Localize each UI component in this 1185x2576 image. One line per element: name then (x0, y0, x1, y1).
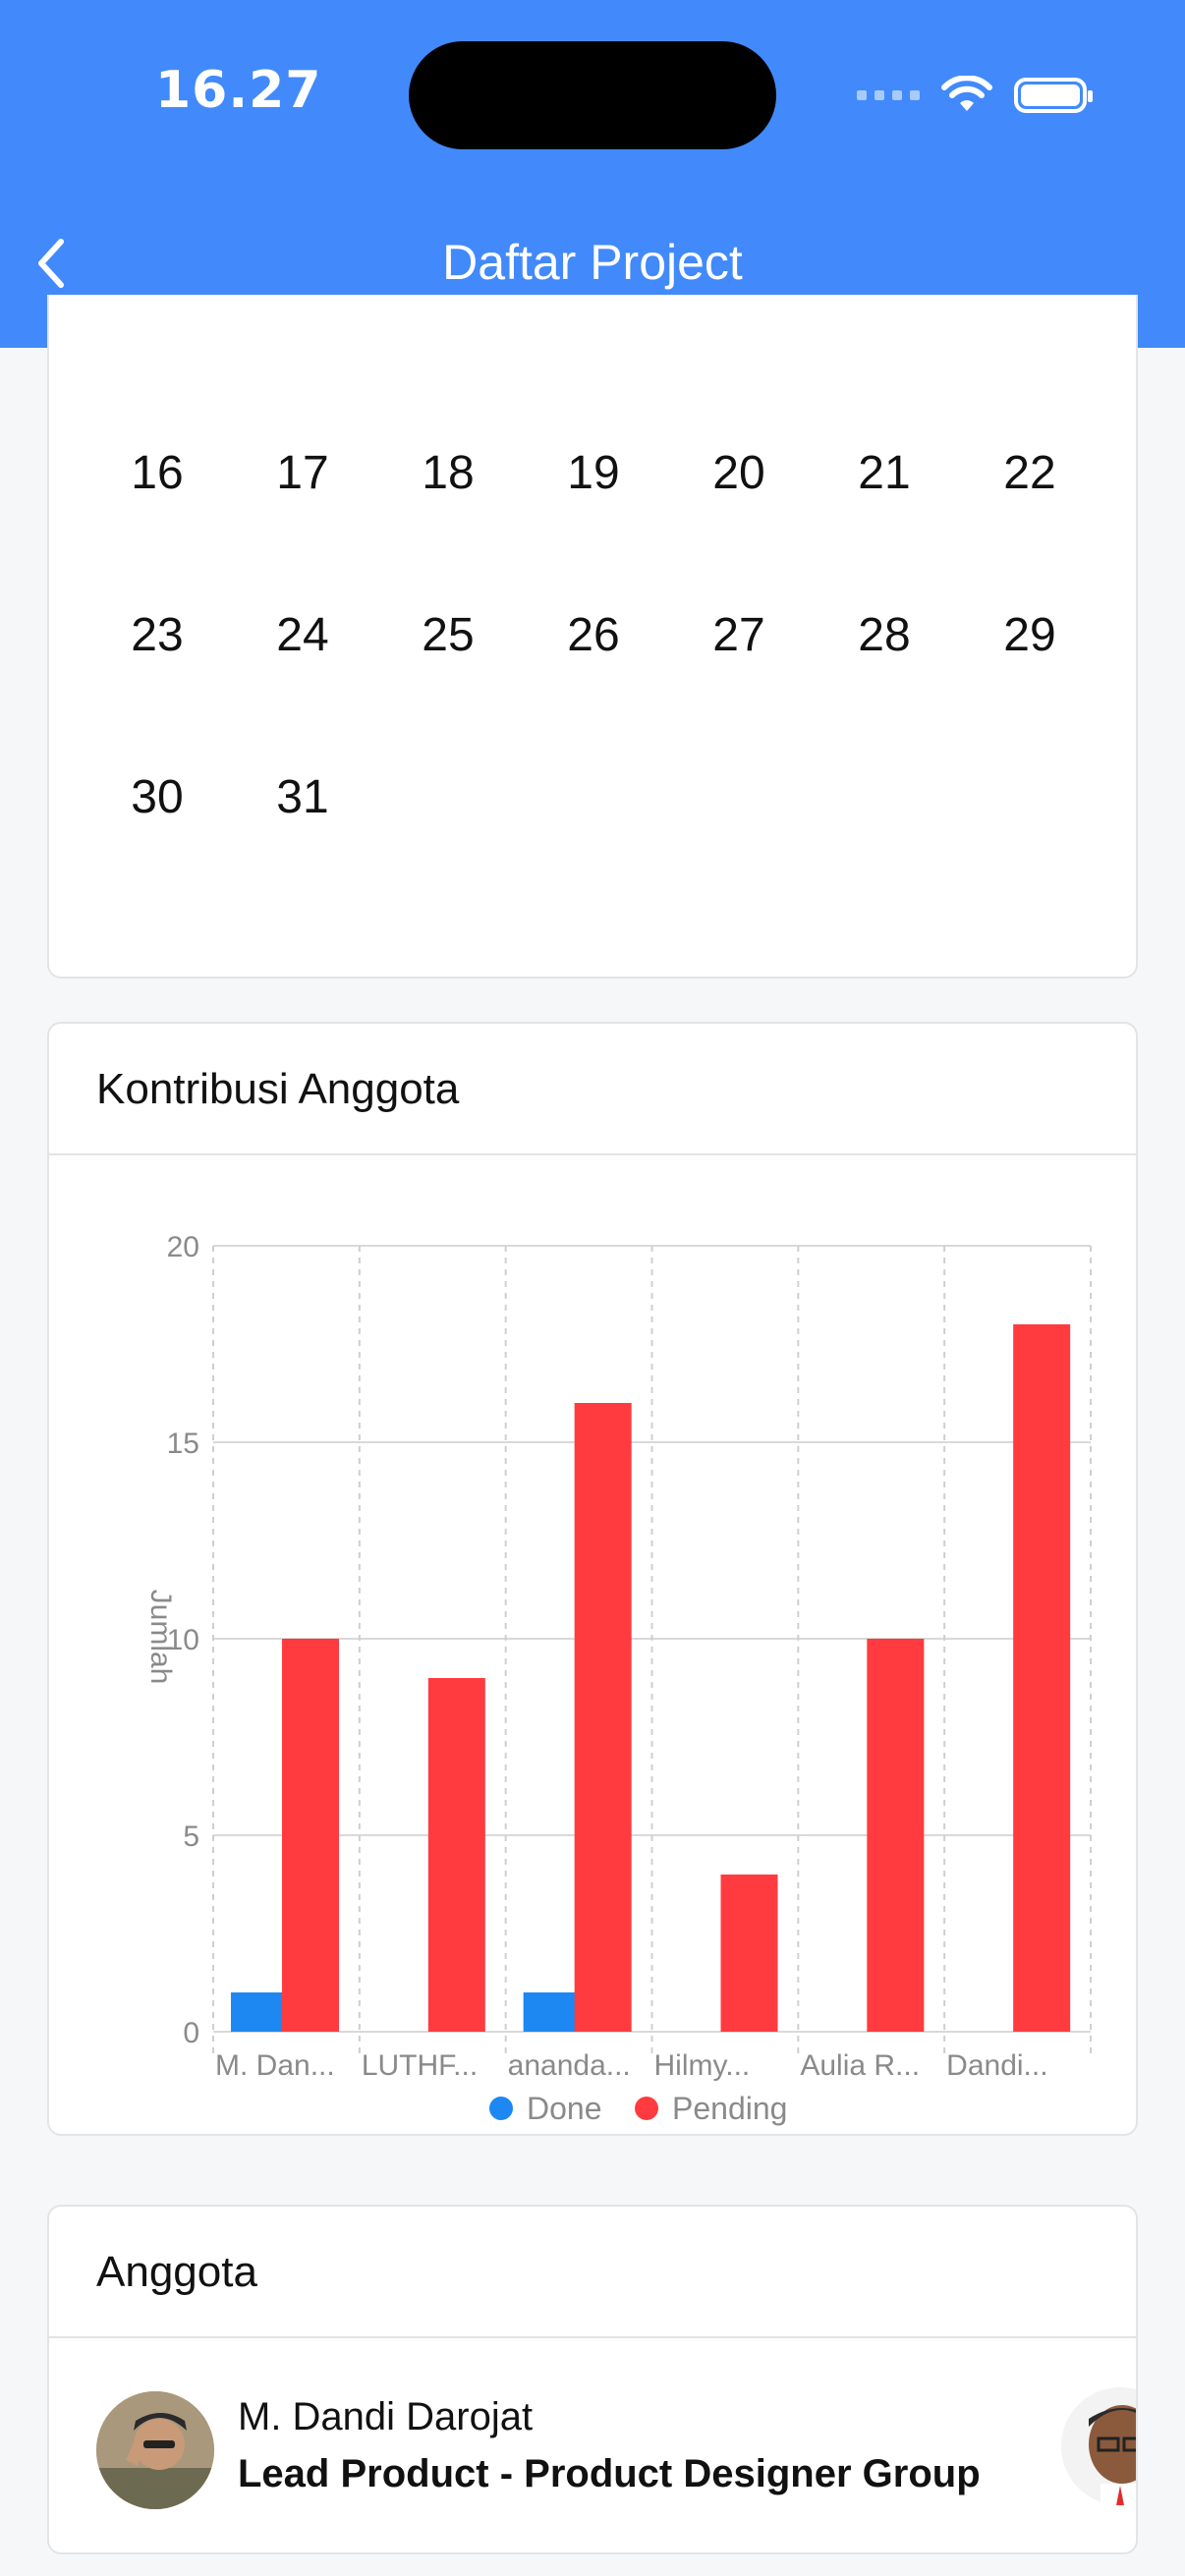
calendar-grid: 16 17 18 19 20 21 22 23 24 25 26 27 28 2… (108, 444, 1150, 930)
bar-pending (574, 1403, 632, 2032)
cellular-signal-icon (857, 90, 920, 100)
calendar-day[interactable]: 18 (399, 444, 497, 606)
y-tick-label: 5 (183, 1820, 199, 1853)
calendar-day[interactable]: 22 (981, 444, 1079, 606)
bar-pending (1013, 1324, 1071, 2032)
y-tick-label: 20 (167, 1231, 199, 1263)
wifi-icon (941, 76, 992, 111)
member-item[interactable]: M. Dandi Darojat Lead Product - Product … (96, 2387, 1136, 2515)
bar-done (523, 1992, 581, 2032)
calendar-day[interactable]: 17 (254, 444, 352, 606)
members-card: Anggota M. Dandi Darojat Lead Product - … (47, 2205, 1138, 2554)
legend-label: Done (527, 2091, 602, 2126)
calendar-day[interactable]: 27 (690, 606, 788, 768)
x-tick-label: M. Dan... (215, 2049, 335, 2082)
status-time: 16.27 (155, 61, 322, 120)
calendar-day[interactable]: 23 (108, 606, 206, 768)
legend-label: Pending (672, 2091, 787, 2126)
avatar (96, 2391, 214, 2509)
calendar-day[interactable]: 25 (399, 606, 497, 768)
contribution-card: Kontribusi Anggota 0 5 10 15 20 M. Dan... LUTH… (47, 1022, 1138, 2136)
y-tick-label: 0 (183, 2017, 199, 2049)
member-role: Lead Product - Product Designer Group (238, 2452, 981, 2495)
calendar-day[interactable]: 21 (835, 444, 933, 606)
legend-marker-pending (635, 2097, 658, 2120)
x-tick-label: LUTHF... (362, 2049, 478, 2082)
page-title: Daftar Project (442, 235, 743, 290)
members-title: Anggota (49, 2207, 1136, 2338)
y-axis-label: Jumlah (144, 1590, 177, 1685)
bar-pending (720, 1875, 778, 2032)
battery-icon (1014, 78, 1093, 113)
calendar-day[interactable]: 30 (108, 768, 206, 930)
calendar-day[interactable]: 20 (690, 444, 788, 606)
bar-pending (282, 1639, 339, 2032)
calendar-day[interactable]: 16 (108, 444, 206, 606)
calendar-day[interactable]: 19 (544, 444, 643, 606)
contribution-title: Kontribusi Anggota (49, 1024, 1136, 1155)
calendar-day[interactable]: 28 (835, 606, 933, 768)
y-tick-label: 15 (167, 1428, 199, 1460)
x-tick-label: Hilmy... (654, 2049, 751, 2082)
bar-chart: 05101520M. Dan... LUTHF... ananda... Hilmy.… (144, 1231, 1092, 2126)
x-tick-label: Aulia R... (800, 2049, 920, 2082)
calendar-day[interactable]: 31 (254, 768, 352, 930)
member-name: M. Dandi Darojat (238, 2395, 534, 2438)
calendar-day[interactable]: 24 (254, 606, 352, 768)
status-icons (857, 69, 1093, 122)
x-tick-label: ananda... (508, 2049, 631, 2082)
bar-done (231, 1992, 288, 2032)
calendar-day[interactable]: 26 (544, 606, 643, 768)
contribution-chart: 0 5 10 15 20 M. Dan... LUTHF... ananda... Hilmy.… (49, 1155, 1140, 2138)
bar-pending (867, 1639, 925, 2032)
bar-pending (427, 1678, 485, 2032)
calendar-day[interactable]: 29 (981, 606, 1079, 768)
calendar-card: 16 17 18 19 20 21 22 23 24 25 26 27 28 2… (47, 295, 1138, 979)
x-tick-label: Dandi... (946, 2049, 1047, 2082)
legend-marker-done (489, 2097, 513, 2120)
dynamic-island (409, 41, 776, 149)
